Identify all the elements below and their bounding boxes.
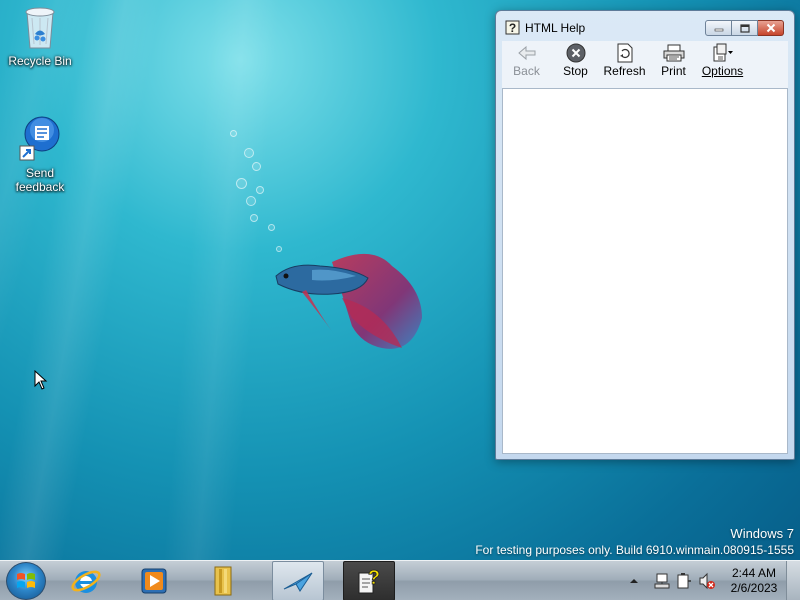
system-tray	[628, 561, 716, 600]
refresh-icon	[617, 43, 632, 63]
help-icon: ?	[505, 20, 520, 35]
minimize-icon	[714, 28, 723, 32]
show-desktop-button[interactable]	[786, 561, 800, 600]
desktop-icon-label: Recycle Bin	[8, 54, 72, 68]
taskbar-library-folder[interactable]	[198, 561, 250, 600]
svg-text:?: ?	[368, 567, 380, 589]
svg-text:?: ?	[509, 21, 516, 35]
clock-date: 2/6/2023	[730, 581, 778, 595]
caption-buttons	[705, 20, 784, 36]
taskbar-internet-explorer[interactable]	[60, 561, 112, 600]
power-icon[interactable]	[676, 572, 692, 590]
volume-muted-icon[interactable]	[698, 572, 716, 590]
internet-explorer-icon	[71, 570, 101, 593]
desktop-icon-label: Send feedback	[15, 166, 65, 194]
stop-button[interactable]: Stop	[551, 41, 600, 88]
show-hidden-icons-chevron[interactable]	[628, 576, 640, 586]
messenger-icon	[283, 572, 313, 592]
send-feedback-icon	[19, 116, 60, 161]
close-button[interactable]	[758, 20, 784, 36]
betta-fish-image	[275, 253, 422, 349]
windows-logo-icon	[17, 573, 35, 588]
options-label: Options	[701, 64, 744, 78]
taskbar: ? 2:44 AM 2/6/2023	[0, 560, 800, 600]
taskbar-media-player[interactable]	[128, 561, 180, 600]
print-button[interactable]: Print	[649, 41, 698, 88]
stop-label: Stop	[563, 64, 588, 78]
help-toolbar: Back Stop Refresh Print Options	[502, 41, 788, 88]
desktop-icon-send-feedback[interactable]: Send feedback	[2, 116, 78, 194]
close-icon	[766, 23, 775, 33]
maximize-icon	[739, 23, 750, 33]
maximize-button[interactable]	[732, 20, 758, 36]
start-button[interactable]	[6, 562, 46, 600]
window-title: HTML Help	[525, 21, 586, 35]
html-help-icon: ?	[358, 567, 381, 594]
mouse-pointer-icon	[34, 370, 48, 390]
media-player-icon	[141, 568, 167, 594]
recycle-bin-icon	[25, 7, 55, 49]
taskbar-clock[interactable]: 2:44 AM 2/6/2023	[722, 566, 786, 596]
network-icon[interactable]	[654, 572, 670, 590]
back-button[interactable]: Back	[502, 41, 551, 88]
options-icon	[713, 43, 733, 62]
refresh-button[interactable]: Refresh	[600, 41, 649, 88]
printer-icon	[663, 44, 684, 62]
windows-version-watermark: Windows 7	[730, 526, 794, 541]
stop-icon	[566, 43, 585, 63]
library-folder-icon	[214, 566, 232, 596]
window-titlebar[interactable]: ? HTML Help	[496, 11, 794, 41]
back-label: Back	[513, 64, 540, 78]
help-content-pane[interactable]	[502, 88, 788, 454]
back-arrow-icon	[517, 45, 535, 61]
options-button[interactable]: Options	[698, 41, 747, 88]
taskbar-html-help[interactable]: ?	[343, 561, 395, 600]
taskbar-messenger[interactable]	[272, 561, 324, 600]
html-help-window[interactable]: ? HTML Help Back Stop Refresh Print Opti…	[495, 10, 795, 460]
clock-time: 2:44 AM	[731, 566, 777, 580]
build-info-watermark: For testing purposes only. Build 6910.wi…	[475, 543, 794, 557]
desktop-icon-recycle-bin[interactable]: Recycle Bin	[2, 4, 78, 68]
print-label: Print	[661, 64, 686, 78]
refresh-label: Refresh	[603, 64, 646, 78]
minimize-button[interactable]	[705, 20, 732, 36]
